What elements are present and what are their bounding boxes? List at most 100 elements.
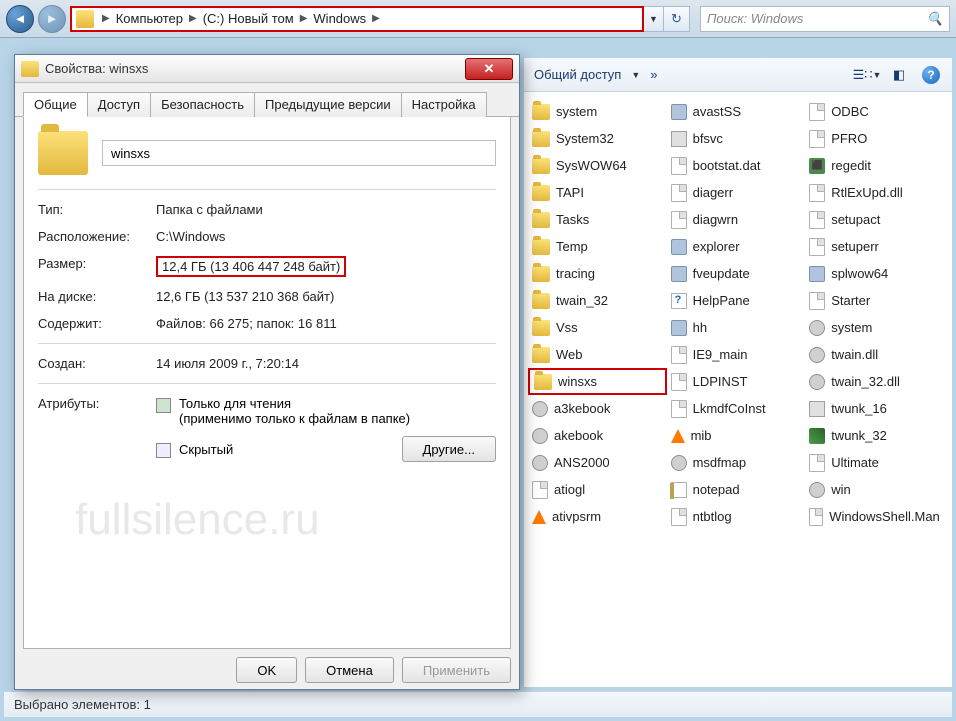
file-item[interactable]: Tasks xyxy=(528,206,667,233)
address-dropdown[interactable]: ▼ xyxy=(644,6,664,32)
view-options-button[interactable]: ☰∷ ▼ xyxy=(856,64,878,86)
tab-previous-versions[interactable]: Предыдущие версии xyxy=(254,92,402,117)
file-item[interactable]: TAPI xyxy=(528,179,667,206)
gear-icon xyxy=(532,428,548,444)
file-item[interactable]: SysWOW64 xyxy=(528,152,667,179)
file-item[interactable]: PFRO xyxy=(805,125,944,152)
file-icon xyxy=(809,454,825,472)
file-item[interactable]: atiogl xyxy=(528,476,667,503)
ok-button[interactable]: OK xyxy=(236,657,297,683)
bin-icon xyxy=(671,131,687,147)
file-name: diagerr xyxy=(693,185,733,200)
file-item[interactable]: ⬛regedit xyxy=(805,152,944,179)
dialog-titlebar[interactable]: Свойства: winsxs ✕ xyxy=(15,55,519,83)
location-label: Расположение: xyxy=(38,229,156,244)
file-item[interactable]: hh xyxy=(667,314,806,341)
file-item[interactable]: Starter xyxy=(805,287,944,314)
hidden-checkbox[interactable] xyxy=(156,443,171,458)
file-item[interactable]: Temp xyxy=(528,233,667,260)
search-input[interactable]: Поиск: Windows 🔍 xyxy=(700,6,950,32)
file-item[interactable]: ODBC xyxy=(805,98,944,125)
file-item[interactable]: setuperr xyxy=(805,233,944,260)
crumb-windows[interactable]: Windows xyxy=(311,11,368,26)
file-item[interactable]: ANS2000 xyxy=(528,449,667,476)
file-item[interactable]: bootstat.dat xyxy=(667,152,806,179)
file-item[interactable]: splwow64 xyxy=(805,260,944,287)
file-item[interactable]: twain_32 xyxy=(528,287,667,314)
file-item[interactable]: Vss xyxy=(528,314,667,341)
refresh-button[interactable]: ↻ xyxy=(664,6,690,32)
file-item[interactable]: a3kebook xyxy=(528,395,667,422)
file-item[interactable]: Web xyxy=(528,341,667,368)
crumb-drive[interactable]: (C:) Новый том xyxy=(201,11,296,26)
file-item[interactable]: IE9_main xyxy=(667,341,806,368)
file-item[interactable]: twain_32.dll xyxy=(805,368,944,395)
file-item[interactable]: tracing xyxy=(528,260,667,287)
file-item[interactable]: fveupdate xyxy=(667,260,806,287)
file-name: atiogl xyxy=(554,482,585,497)
help-icon: ? xyxy=(922,66,940,84)
toolbar-more[interactable]: » xyxy=(650,67,657,82)
file-item[interactable]: RtlExUpd.dll xyxy=(805,179,944,206)
file-item[interactable]: twunk_16 xyxy=(805,395,944,422)
share-menu[interactable]: Общий доступ xyxy=(534,67,621,82)
back-button[interactable]: ◄ xyxy=(6,5,34,33)
file-name: notepad xyxy=(693,482,740,497)
file-item[interactable]: WindowsShell.Man xyxy=(805,503,944,530)
file-item[interactable]: system xyxy=(528,98,667,125)
file-item[interactable]: ativpsrm xyxy=(528,503,667,530)
chevron-down-icon: ▼ xyxy=(649,14,658,24)
file-item[interactable]: diagerr xyxy=(667,179,806,206)
file-name: system xyxy=(556,104,597,119)
gear-icon xyxy=(532,455,548,471)
file-item[interactable]: mib xyxy=(667,422,806,449)
folder-icon xyxy=(532,266,550,282)
img-icon xyxy=(809,428,825,444)
tab-customize[interactable]: Настройка xyxy=(401,92,487,117)
tab-security[interactable]: Безопасность xyxy=(150,92,255,117)
file-item[interactable]: Ultimate xyxy=(805,449,944,476)
file-item[interactable]: msdfmap xyxy=(667,449,806,476)
file-item[interactable]: avastSS xyxy=(667,98,806,125)
file-name: twunk_16 xyxy=(831,401,887,416)
file-item[interactable]: winsxs xyxy=(528,368,667,395)
close-button[interactable]: ✕ xyxy=(465,58,513,80)
file-item[interactable]: ntbtlog xyxy=(667,503,806,530)
folder-icon xyxy=(532,185,550,201)
file-item[interactable]: notepad xyxy=(667,476,806,503)
file-item[interactable]: twunk_32 xyxy=(805,422,944,449)
tabs-row: Общие Доступ Безопасность Предыдущие вер… xyxy=(15,83,519,117)
file-item[interactable]: twain.dll xyxy=(805,341,944,368)
forward-button[interactable]: ► xyxy=(38,5,66,33)
folder-large-icon xyxy=(38,131,88,175)
apply-button[interactable]: Применить xyxy=(402,657,511,683)
file-item[interactable]: System32 xyxy=(528,125,667,152)
preview-pane-button[interactable]: ◧ xyxy=(888,64,910,86)
help-button[interactable]: ? xyxy=(920,64,942,86)
address-bar[interactable]: ▶ Компьютер ▶ (C:) Новый том ▶ Windows ▶ xyxy=(70,6,644,32)
other-attributes-button[interactable]: Другие... xyxy=(402,436,496,462)
file-name: akebook xyxy=(554,428,603,443)
file-item[interactable]: diagwrn xyxy=(667,206,806,233)
folder-name-input[interactable] xyxy=(102,140,496,166)
navigation-bar: ◄ ► ▶ Компьютер ▶ (C:) Новый том ▶ Windo… xyxy=(0,0,956,38)
tab-general[interactable]: Общие xyxy=(23,92,88,117)
file-item[interactable]: LkmdfCoInst xyxy=(667,395,806,422)
folder-icon xyxy=(532,320,550,336)
readonly-checkbox[interactable] xyxy=(156,398,171,413)
file-item[interactable]: HelpPane xyxy=(667,287,806,314)
file-item[interactable]: system xyxy=(805,314,944,341)
crumb-computer[interactable]: Компьютер xyxy=(114,11,185,26)
file-item[interactable]: setupact xyxy=(805,206,944,233)
tab-access[interactable]: Доступ xyxy=(87,92,151,117)
file-item[interactable]: akebook xyxy=(528,422,667,449)
file-name: ODBC xyxy=(831,104,869,119)
file-item[interactable]: LDPINST xyxy=(667,368,806,395)
cancel-button[interactable]: Отмена xyxy=(305,657,394,683)
file-item[interactable]: explorer xyxy=(667,233,806,260)
file-item[interactable]: win xyxy=(805,476,944,503)
file-name: setuperr xyxy=(831,239,879,254)
file-item[interactable]: bfsvc xyxy=(667,125,806,152)
file-name: SysWOW64 xyxy=(556,158,627,173)
exe-icon xyxy=(671,104,687,120)
